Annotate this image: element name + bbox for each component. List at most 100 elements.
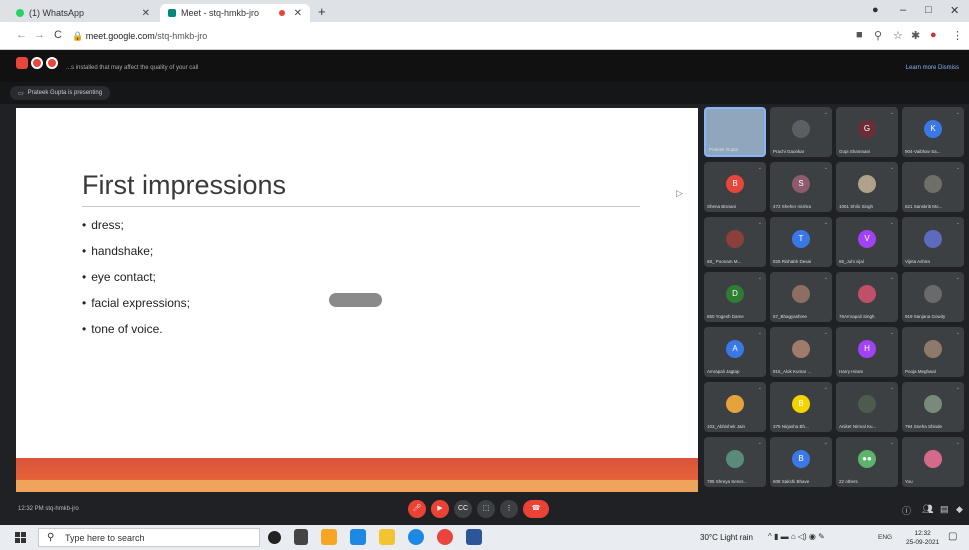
avatar: T	[792, 230, 810, 248]
participant-tile[interactable]: ⌄ 67_Bhagyashree	[770, 272, 832, 322]
participant-tile[interactable]: ⌄ Pooja Meghwal	[902, 327, 964, 377]
participant-tile[interactable]: H ⌄ Harry Hiram	[836, 327, 898, 377]
participant-tile[interactable]: ⌄ 621 Sanskriti Mo...	[902, 162, 964, 212]
new-tab-button[interactable]: +	[318, 4, 326, 19]
participant-tile[interactable]: A ⌄ Amrapali Jagtap	[704, 327, 766, 377]
info-icon[interactable]: ⓘ	[902, 504, 911, 517]
participant-tile[interactable]: ⌄ You	[902, 437, 964, 487]
camera-icon[interactable]: ■	[856, 29, 863, 41]
warning-text: ...s installed that may affect the quali…	[66, 65, 199, 71]
taskbar-search[interactable]: ⚲ Type here to search	[38, 528, 260, 547]
present-button[interactable]: ⬚	[477, 500, 495, 518]
extension-icon[interactable]: ✱	[911, 29, 920, 42]
bullet-item: eye contact;	[82, 268, 190, 294]
participant-tile[interactable]: S ⌄ 472 Sheher mishra	[770, 162, 832, 212]
url-host: meet.google.com	[85, 31, 155, 41]
participant-tile[interactable]: ⌄ 68_ Poonam M...	[704, 217, 766, 267]
url-field[interactable]: 🔒 meet.google.com/stq-hmkb-jro	[72, 31, 207, 42]
participant-tile[interactable]: ●● ⌄ 22 others	[836, 437, 898, 487]
present-icon: ▭	[18, 90, 24, 97]
chat-icon[interactable]: ▤	[940, 504, 949, 515]
tab-whatsapp[interactable]: (1) WhatsApp ✕	[8, 4, 158, 22]
avatar	[792, 340, 810, 358]
profile-icon[interactable]: ●	[872, 4, 879, 16]
logo-icon	[16, 57, 28, 69]
forward-icon[interactable]: →	[34, 29, 45, 41]
leave-call-button[interactable]: ☎	[523, 500, 549, 518]
taskbar-clock[interactable]: 12:32 25-09-2021	[906, 529, 939, 547]
cortana-icon[interactable]	[268, 531, 281, 544]
word-icon[interactable]	[466, 529, 482, 545]
participant-name: Prateek Gupta	[709, 147, 739, 152]
participant-tile[interactable]: ⌄ Vijeta Ashira	[902, 217, 964, 267]
participant-tile[interactable]: G ⌄ Gopi Shamnani	[836, 107, 898, 157]
menu-icon[interactable]: ⋮	[952, 29, 963, 42]
presenter-controls-pill[interactable]	[329, 293, 382, 307]
participant-tile[interactable]: ⌄ Prateek Gupta	[704, 107, 766, 157]
reload-icon[interactable]: C	[54, 29, 62, 41]
participant-tile[interactable]: T ⌄ 825 Rishabh Desai	[770, 217, 832, 267]
avatar	[726, 230, 744, 248]
mic-muted-icon: ⌄	[823, 165, 828, 171]
warning-actions[interactable]: Learn more Dismiss	[906, 65, 959, 71]
participant-tile[interactable]: D ⌄ 650 Yogesh Dame	[704, 272, 766, 322]
weather-text[interactable]: 30°C Light rain	[700, 533, 753, 542]
mic-button[interactable]: 🎤︎	[408, 500, 426, 518]
chrome-icon[interactable]	[437, 529, 453, 545]
app-icon[interactable]	[321, 529, 337, 545]
bullet-item: facial expressions;	[82, 294, 190, 320]
zoom-icon[interactable]: ⚲	[874, 29, 882, 42]
participant-tile[interactable]: ⌄ 919 Sanjana Gowity	[902, 272, 964, 322]
avatar[interactable]: ●	[930, 29, 937, 41]
participant-tile[interactable]: B ⌄ 375 Nirjasha Bh...	[770, 382, 832, 432]
mic-muted-icon: ⌄	[955, 440, 960, 446]
presentation-slide: First impressions dress; handshake; eye …	[16, 108, 698, 492]
camera-button[interactable]: ▶	[431, 500, 449, 518]
avatar	[924, 285, 942, 303]
participant-tile[interactable]: B ⌄ 608 Sakshi Bhave	[770, 437, 832, 487]
store-icon[interactable]	[350, 529, 366, 545]
mic-muted-icon: ⌄	[823, 110, 828, 116]
slide-bullets: dress; handshake; eye contact; facial ex…	[82, 216, 190, 346]
presenting-chip[interactable]: ▭ Prateek Gupta is presenting	[10, 86, 111, 100]
mic-muted-icon: ⌄	[757, 330, 762, 336]
avatar: B	[726, 175, 744, 193]
windows-start-icon[interactable]	[15, 532, 26, 543]
participant-tile[interactable]: ⌄ 76Amrapali Singh	[836, 272, 898, 322]
captions-button[interactable]: CC	[454, 500, 472, 518]
participant-tile[interactable]: K ⌄ 904-Vaibhav Sa...	[902, 107, 964, 157]
notifications-icon[interactable]: ▢	[948, 531, 957, 542]
back-icon[interactable]: ←	[16, 29, 27, 41]
participant-tile[interactable]: ⌄ 785 Shreya Sener...	[704, 437, 766, 487]
maximize-icon[interactable]: □	[925, 4, 932, 16]
close-icon[interactable]: ✕	[294, 8, 302, 19]
participant-tile[interactable]: B ⌄ Shena Bisnani	[704, 162, 766, 212]
system-tray-icons[interactable]: ^ ▮ ▬ ⌂ ◁) ◉ ✎	[768, 532, 825, 541]
participant-tile[interactable]: ⌄ 1061 Shilo Singh	[836, 162, 898, 212]
file-explorer-icon[interactable]	[379, 529, 395, 545]
participant-name: 68_ Poonam M...	[707, 259, 742, 264]
participant-tile[interactable]: ⌄ 815_Alok Kumar ...	[770, 327, 832, 377]
participant-name: 66_Juhi vijal	[839, 259, 864, 264]
slide-footer-strip	[16, 458, 698, 480]
participant-name: 650 Yogesh Dame	[707, 314, 744, 319]
participant-tile[interactable]: ⌄ Prachi Gaonkar	[770, 107, 832, 157]
task-view-icon[interactable]	[294, 529, 308, 545]
participant-name: Harry Hiram	[839, 369, 864, 374]
edge-icon[interactable]	[408, 529, 424, 545]
warning-bar: ...s installed that may affect the quali…	[0, 50, 969, 82]
participant-tile[interactable]: ⌄ 103_Abhishek Jain	[704, 382, 766, 432]
minimize-icon[interactable]: –	[900, 4, 906, 16]
participant-tile[interactable]: V ⌄ 66_Juhi vijal	[836, 217, 898, 267]
bookmark-icon[interactable]: ☆	[893, 29, 903, 42]
close-icon[interactable]: ✕	[142, 8, 150, 19]
more-options-button[interactable]: ⋮	[500, 500, 518, 518]
activities-icon[interactable]: ◆	[956, 504, 963, 515]
people-icon[interactable]: 👥︎	[922, 504, 933, 515]
participant-tile[interactable]: ⌄ 794 Sneha Shinde	[902, 382, 964, 432]
close-window-icon[interactable]: ✕	[950, 4, 959, 17]
tab-meet[interactable]: Meet - stq-hmkb-jro ✕	[160, 4, 310, 22]
participant-name: 22 others	[839, 479, 858, 484]
participant-tile[interactable]: ⌄ Aniket Nirmal Ku...	[836, 382, 898, 432]
language-indicator[interactable]: ENG	[878, 534, 892, 541]
